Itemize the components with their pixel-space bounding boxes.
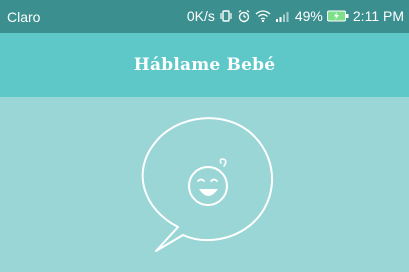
alarm-icon [237, 9, 251, 23]
battery-charging-icon [326, 10, 349, 22]
app-title: Háblame Bebé [133, 55, 276, 75]
battery-percent: 49% [294, 8, 323, 24]
status-icons: 0K/s 49% 2:11 PM [187, 8, 404, 24]
signal-icon [275, 9, 291, 23]
carrier-label: Claro [7, 9, 41, 25]
main-content [0, 97, 409, 272]
vibrate-icon [219, 9, 233, 23]
speech-bubble-baby-face-icon [141, 117, 273, 252]
status-bar: Claro 0K/s 49% 2:11 PM [0, 0, 409, 33]
time-label: 2:11 PM [352, 8, 404, 24]
wifi-icon [255, 9, 271, 23]
network-speed: 0K/s [186, 8, 215, 24]
app-header: Háblame Bebé [0, 33, 409, 97]
baby-face-icon [188, 158, 228, 206]
